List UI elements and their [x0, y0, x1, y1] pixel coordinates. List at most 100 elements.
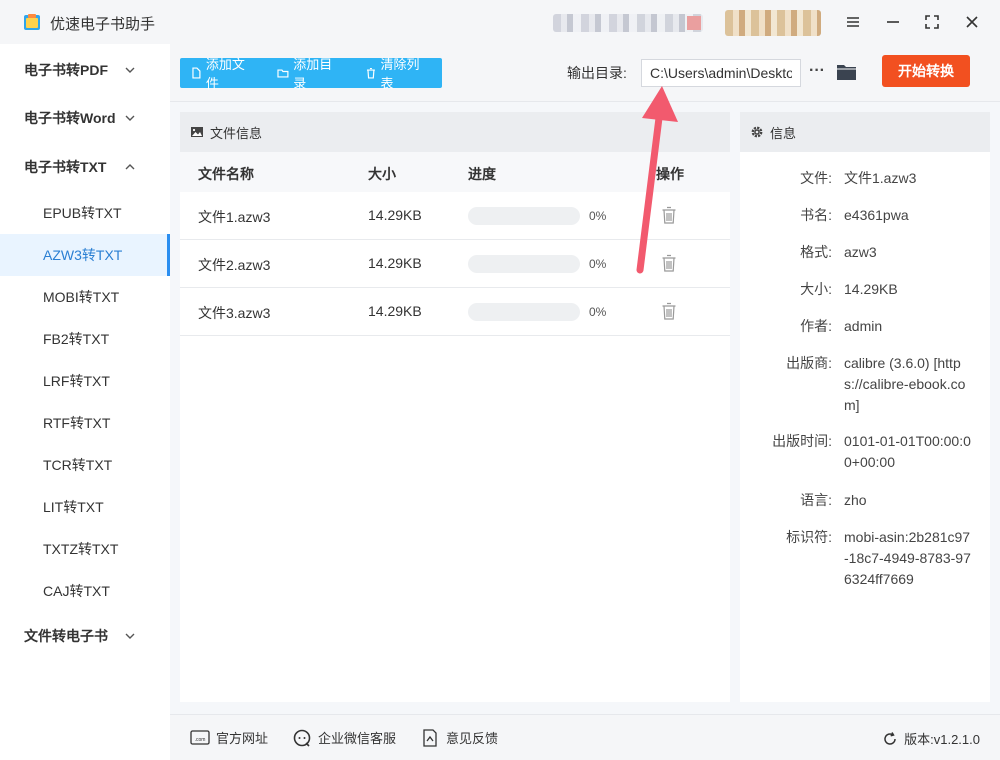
- menu-icon[interactable]: [841, 10, 865, 34]
- close-icon[interactable]: [960, 10, 984, 34]
- add-folder-label: 添加目录: [293, 57, 333, 91]
- sidebar-item-fb2-to-txt[interactable]: FB2转TXT: [0, 318, 170, 360]
- sidebar-item-mobi-to-txt[interactable]: MOBI转TXT: [0, 276, 170, 318]
- feedback-link[interactable]: 意见反馈: [420, 728, 498, 747]
- chat-bubble-icon: [293, 729, 311, 747]
- sidebar-item-lit-to-txt[interactable]: LIT转TXT: [0, 486, 170, 528]
- maximize-icon[interactable]: [920, 10, 944, 34]
- sidebar-item-label: LIT转TXT: [43, 499, 104, 515]
- delete-icon[interactable]: [661, 301, 677, 321]
- info-key: 书名:: [800, 207, 832, 223]
- col-size: 大小: [368, 166, 396, 182]
- file-info-panel: 文件信息 文件名称 大小 进度 操作 文件1.azw3 14.29KB 0% 文…: [180, 112, 730, 702]
- trash-icon: [366, 67, 375, 79]
- nav-group-label: 电子书转Word: [24, 110, 116, 126]
- info-key: 出版商:: [786, 355, 832, 371]
- info-key: 出版时间:: [772, 433, 832, 449]
- info-key: 大小:: [800, 281, 832, 297]
- nav-group-file-to-ebook[interactable]: 文件转电子书: [0, 613, 170, 659]
- chevron-down-icon: [125, 115, 135, 121]
- minimize-icon[interactable]: [881, 10, 905, 34]
- feedback-icon: [423, 728, 437, 747]
- sidebar-item-azw3-to-txt[interactable]: AZW3转TXT: [0, 234, 170, 276]
- progress-text: 0%: [589, 305, 607, 319]
- svg-text:.com: .com: [195, 737, 206, 743]
- app-logo-icon: [24, 14, 40, 30]
- file-panel-header: 文件信息: [180, 112, 730, 152]
- nav-group-label: 文件转电子书: [24, 628, 108, 644]
- sidebar-item-txtz-to-txt[interactable]: TXTZ转TXT: [0, 528, 170, 570]
- file-button-group: 添加文件 添加目录 清除列表: [180, 57, 442, 91]
- image-icon: [191, 127, 203, 137]
- delete-icon[interactable]: [661, 205, 677, 225]
- info-panel-header: 信息: [740, 112, 990, 152]
- sidebar: 电子书转PDF 电子书转Word 电子书转TXT EPUB转TXT AZW3转T…: [0, 44, 170, 760]
- more-options-button[interactable]: ···: [807, 60, 827, 86]
- info-value: admin: [844, 318, 883, 334]
- table-row[interactable]: 文件2.azw3 14.29KB 0%: [180, 240, 730, 288]
- app-title: 优速电子书助手: [50, 16, 156, 33]
- progress-bar: [468, 207, 580, 225]
- nav-group-ebook-to-txt[interactable]: 电子书转TXT: [0, 144, 170, 190]
- info-value: azw3: [844, 244, 877, 260]
- file-icon: [192, 67, 201, 79]
- sidebar-item-label: AZW3转TXT: [43, 247, 123, 263]
- website-link[interactable]: .com 官方网址: [190, 728, 268, 747]
- file-name: 文件1.azw3: [198, 209, 271, 225]
- start-convert-button[interactable]: 开始转换: [882, 55, 970, 87]
- add-file-button[interactable]: 添加文件: [180, 57, 267, 91]
- feedback-label: 意见反馈: [446, 731, 499, 746]
- info-key: 格式:: [800, 244, 832, 260]
- info-value: 14.29KB: [844, 281, 898, 297]
- title-bar: 优速电子书助手: [0, 0, 1000, 44]
- sidebar-item-tcr-to-txt[interactable]: TCR转TXT: [0, 444, 170, 486]
- website-label: 官方网址: [216, 731, 269, 746]
- info-panel: 信息 文件: 文件1.azw3 书名: e4361pwa 格式: azw3 大小: 14…: [740, 112, 990, 702]
- nav-group-label: 电子书转PDF: [24, 62, 108, 78]
- table-row[interactable]: 文件1.azw3 14.29KB 0%: [180, 192, 730, 240]
- nav-group-ebook-to-pdf[interactable]: 电子书转PDF: [0, 47, 170, 93]
- gear-icon: [751, 126, 763, 138]
- add-folder-button[interactable]: 添加目录: [267, 57, 354, 91]
- info-value: e4361pwa: [844, 207, 909, 223]
- website-icon: .com: [190, 729, 210, 745]
- chevron-up-icon: [125, 164, 135, 170]
- progress-text: 0%: [589, 257, 607, 271]
- col-action: 操作: [656, 166, 684, 182]
- info-key: 作者:: [800, 318, 832, 334]
- col-progress: 进度: [468, 166, 496, 182]
- sidebar-item-epub-to-txt[interactable]: EPUB转TXT: [0, 192, 170, 234]
- nav-group-label: 电子书转TXT: [24, 159, 107, 175]
- blurred-badge: [725, 10, 821, 36]
- info-value: 文件1.azw3: [844, 170, 917, 186]
- col-name: 文件名称: [198, 166, 254, 182]
- sidebar-item-rtf-to-txt[interactable]: RTF转TXT: [0, 402, 170, 444]
- delete-icon[interactable]: [661, 253, 677, 273]
- file-name: 文件2.azw3: [198, 257, 271, 273]
- chevron-down-icon: [125, 67, 135, 73]
- info-panel-title: 信息: [770, 125, 797, 141]
- file-name: 文件3.azw3: [198, 305, 271, 321]
- table-row[interactable]: 文件3.azw3 14.29KB 0%: [180, 288, 730, 336]
- sidebar-item-label: TCR转TXT: [43, 457, 113, 473]
- sidebar-item-label: TXTZ转TXT: [43, 541, 119, 557]
- info-value: zho: [844, 492, 867, 508]
- nav-group-ebook-to-word[interactable]: 电子书转Word: [0, 95, 170, 141]
- sidebar-item-caj-to-txt[interactable]: CAJ转TXT: [0, 570, 170, 612]
- output-dir-input[interactable]: [641, 59, 801, 87]
- open-folder-icon[interactable]: [836, 62, 858, 82]
- wechat-service-link[interactable]: 企业微信客服: [292, 728, 396, 747]
- sidebar-item-lrf-to-txt[interactable]: LRF转TXT: [0, 360, 170, 402]
- clear-list-button[interactable]: 清除列表: [355, 57, 442, 91]
- version-info: 版本:v1.2.1.0: [882, 729, 980, 748]
- info-key: 标识符:: [786, 529, 832, 545]
- progress-bar: [468, 303, 580, 321]
- sidebar-item-label: EPUB转TXT: [43, 205, 122, 221]
- info-value: calibre (3.6.0) [https://calibre-ebook.c…: [844, 355, 966, 413]
- file-size: 14.29KB: [368, 207, 422, 223]
- footer: .com 官方网址 企业微信客服 意见反馈 版本:v1.2.1.0: [170, 714, 1000, 760]
- sidebar-item-label: RTF转TXT: [43, 415, 111, 431]
- info-key: 语言:: [800, 492, 832, 508]
- clear-list-label: 清除列表: [380, 57, 420, 91]
- sidebar-item-label: LRF转TXT: [43, 373, 110, 389]
